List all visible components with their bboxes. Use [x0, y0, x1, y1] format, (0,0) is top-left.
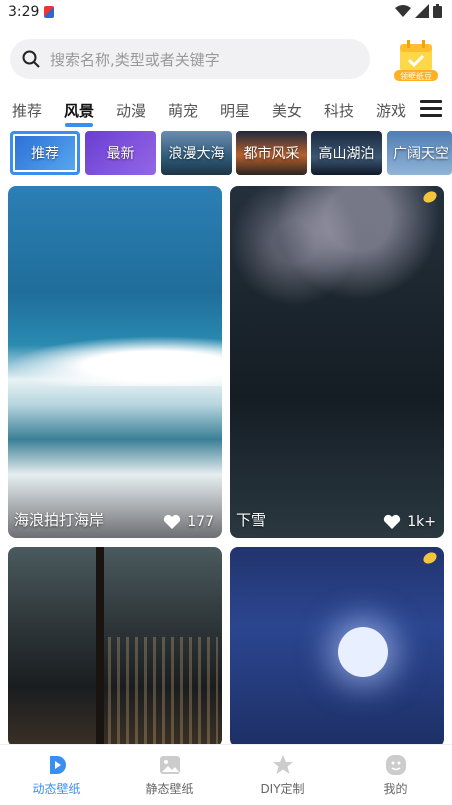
menu-icon[interactable]	[420, 100, 442, 118]
search-bar[interactable]: 搜索名称,类型或者关键字	[10, 39, 370, 79]
subcategory-chips: 推荐 最新 浪漫大海 都市风采 高山湖泊 广阔天空	[10, 131, 452, 177]
chip-latest[interactable]: 最新	[85, 131, 156, 175]
battery-icon	[433, 4, 442, 18]
premium-badge-icon	[423, 191, 437, 203]
dynamic-wallpaper-icon	[49, 755, 66, 774]
active-tab-indicator	[65, 123, 93, 127]
card-like-count: 177	[187, 514, 214, 530]
tab-meinv[interactable]: 美女	[272, 100, 302, 121]
status-time: 3:29	[8, 4, 40, 20]
window-frame	[96, 547, 104, 747]
tab-dongman[interactable]: 动漫	[116, 100, 146, 121]
nav-label: 静态壁纸	[145, 781, 194, 796]
vip-badge-label: 领壁纸豆	[400, 72, 432, 81]
tab-tuijian[interactable]: 推荐	[12, 100, 42, 121]
status-bar: 3:29	[0, 0, 452, 26]
nav-static-wallpaper[interactable]: 静态壁纸	[113, 745, 226, 805]
tab-youxi[interactable]: 游戏	[376, 100, 406, 121]
app-notification-icon	[44, 6, 54, 18]
wallpaper-card[interactable]	[230, 547, 444, 747]
chip-mountain-lake[interactable]: 高山湖泊	[311, 131, 382, 175]
premium-badge-icon	[423, 552, 437, 564]
signal-icon	[415, 4, 429, 18]
profile-icon	[385, 754, 406, 775]
chip-sky[interactable]: 广阔天空	[387, 131, 452, 175]
wallpaper-card[interactable]	[8, 547, 222, 747]
card-image	[8, 336, 222, 386]
chip-recommend[interactable]: 推荐	[10, 131, 80, 175]
heart-icon	[164, 514, 181, 529]
tab-mingxing[interactable]: 明星	[220, 100, 250, 121]
card-likes: 177	[163, 514, 214, 530]
wallpaper-card[interactable]: 下雪 1k+	[230, 186, 444, 538]
wifi-icon	[395, 5, 411, 17]
chip-city[interactable]: 都市风采	[236, 131, 307, 175]
card-title: 下雪	[236, 511, 267, 529]
nav-mine[interactable]: 我的	[339, 745, 452, 805]
nav-diy[interactable]: DIY定制	[226, 745, 339, 805]
diy-star-icon	[272, 754, 293, 774]
nav-label: DIY定制	[260, 781, 305, 796]
nav-label: 我的	[383, 781, 408, 796]
wallpaper-card[interactable]: 海浪拍打海岸 177	[8, 186, 222, 538]
tab-keji[interactable]: 科技	[324, 100, 354, 121]
card-title: 海浪拍打海岸	[14, 511, 105, 529]
wallpaper-bean-badge[interactable]: 领壁纸豆	[392, 38, 440, 82]
card-like-count: 1k+	[407, 514, 436, 530]
bottom-nav: 动态壁纸 静态壁纸 DIY定制 我的	[0, 744, 452, 804]
tab-fengjing[interactable]: 风景	[64, 100, 94, 121]
nav-dynamic-wallpaper[interactable]: 动态壁纸	[0, 745, 113, 805]
nav-label: 动态壁纸	[32, 781, 81, 796]
card-likes: 1k+	[383, 514, 436, 530]
chip-romantic-sea[interactable]: 浪漫大海	[161, 131, 232, 175]
tab-mengchong[interactable]: 萌宠	[168, 100, 198, 121]
search-placeholder: 搜索名称,类型或者关键字	[50, 50, 220, 69]
moon	[338, 627, 388, 677]
image-icon	[159, 755, 180, 774]
card-image	[230, 186, 444, 346]
card-image	[108, 637, 218, 747]
heart-icon	[384, 514, 401, 529]
search-icon	[22, 50, 40, 68]
